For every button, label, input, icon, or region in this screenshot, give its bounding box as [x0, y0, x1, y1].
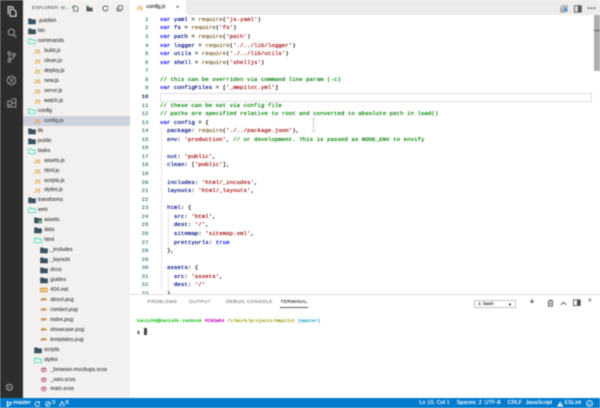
svg-text:JS: JS [34, 189, 41, 195]
svg-text:JS: JS [34, 119, 41, 125]
svg-text:JS: JS [34, 69, 41, 75]
svg-text:JS: JS [34, 79, 41, 85]
svg-text:JS: JS [34, 169, 41, 175]
svg-text:JS: JS [34, 179, 41, 185]
svg-text:JS: JS [34, 159, 41, 165]
svg-text:JS: JS [34, 99, 41, 105]
svg-text:JS: JS [34, 50, 41, 56]
svg-text:JS: JS [34, 89, 41, 95]
svg-text:JS: JS [34, 60, 41, 66]
svg-text:JS: JS [136, 6, 143, 11]
